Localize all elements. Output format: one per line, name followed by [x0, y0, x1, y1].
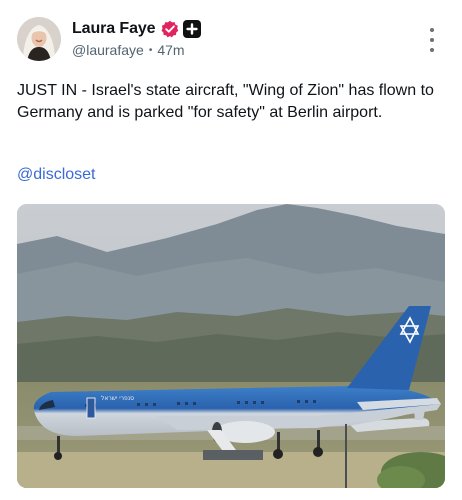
post-timestamp[interactable]: 47m [157, 42, 184, 58]
plus-badge-icon [182, 20, 201, 38]
meta-separator: • [148, 44, 153, 56]
aircraft-livery-text: סנפרי ישראל [101, 395, 134, 402]
author-meta-row: @laurafaye • 47m [72, 42, 185, 58]
more-dot [430, 48, 434, 52]
post-card: Laura Faye @laurafaye • 47m JUST IN - Is… [0, 0, 462, 500]
more-dot [430, 28, 434, 32]
more-dot [430, 38, 434, 42]
verified-check-icon [161, 20, 179, 38]
mention-link[interactable]: @discloset [17, 166, 96, 184]
post-media-image[interactable]: סנפרי ישראל [17, 204, 445, 488]
author-name-row: Laura Faye [72, 18, 201, 40]
author-display-name[interactable]: Laura Faye [72, 20, 156, 38]
more-vertical-icon[interactable] [422, 28, 442, 52]
author-handle[interactable]: @laurafaye [72, 42, 144, 58]
avatar[interactable] [17, 17, 61, 61]
post-text: JUST IN - Israel's state aircraft, "Wing… [17, 82, 434, 121]
